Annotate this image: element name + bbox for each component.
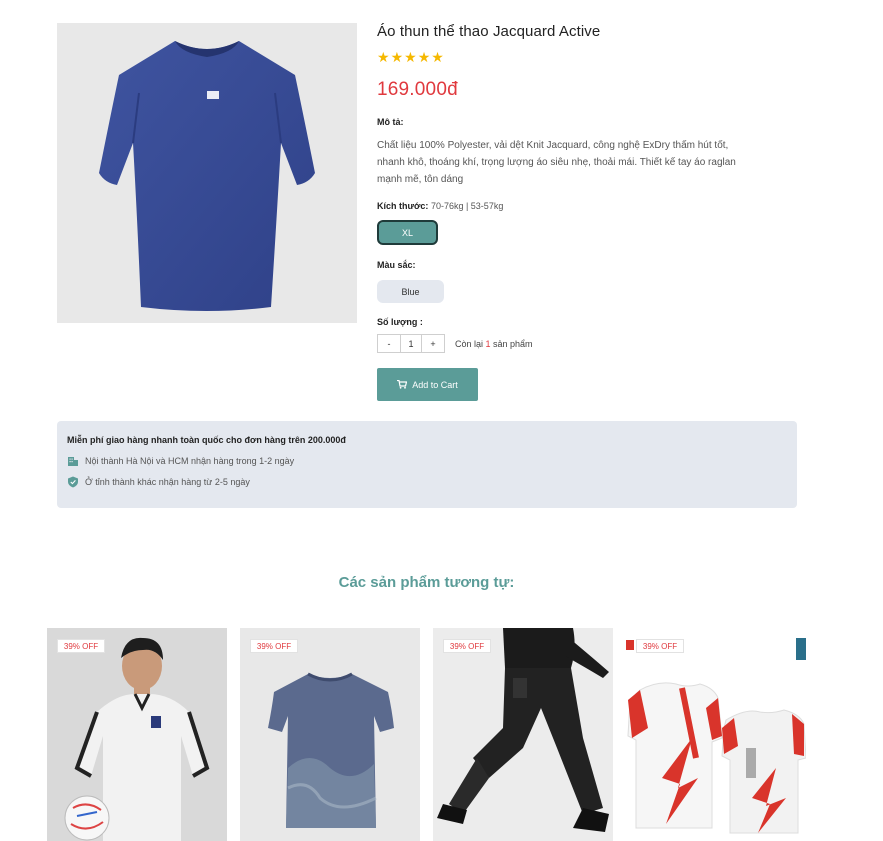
shield-icon [68, 476, 78, 488]
quantity-stepper: - 1 + [377, 334, 445, 353]
size-option-xl[interactable]: XL [377, 220, 438, 245]
product-thumbnail [433, 628, 613, 841]
product-thumbnail [47, 628, 227, 841]
quantity-row: - 1 + Còn lại 1 sản phẩm [377, 334, 737, 353]
discount-badge: 39% OFF [443, 639, 491, 653]
description-text: Chất liệu 100% Polyester, vải dệt Knit J… [377, 140, 736, 185]
tshirt-icon [99, 41, 315, 311]
related-products-list: 39% OFF 39% OFF 39% OFF 39% OFF [47, 628, 807, 841]
add-to-cart-button[interactable]: Add to Cart [377, 368, 478, 401]
product-price: 169.000đ [377, 79, 458, 100]
star-icon: ★ [431, 49, 444, 65]
product-card[interactable]: 39% OFF [47, 628, 227, 841]
quantity-increase-button[interactable]: + [422, 335, 444, 352]
quantity-input[interactable]: 1 [400, 335, 422, 352]
product-card[interactable]: 39% OFF [626, 628, 806, 841]
product-title: Áo thun thể thao Jacquard Active [377, 23, 601, 40]
discount-badge: 39% OFF [250, 639, 298, 653]
star-icon: ★ [404, 49, 417, 65]
shipping-row: Ở tỉnh thành khác nhận hàng từ 2-5 ngày [67, 476, 787, 488]
star-icon: ★ [377, 49, 390, 65]
shipping-info-panel: Miễn phí giao hàng nhanh toàn quốc cho đ… [57, 421, 797, 508]
size-label-text: Kích thước: [377, 201, 429, 211]
discount-badge: 39% OFF [57, 639, 105, 653]
stock-prefix: Còn lại [455, 338, 486, 349]
add-to-cart-label: Add to Cart [412, 379, 458, 390]
star-icon: ★ [390, 49, 404, 65]
size-label: Kích thước: 70-76kg | 53-57kg [377, 201, 737, 211]
stock-suffix: sản phẩm [490, 338, 533, 349]
quantity-label: Số lượng : [377, 317, 423, 327]
star-icon: ★ [417, 49, 431, 65]
product-image [57, 23, 357, 323]
building-icon [68, 457, 78, 466]
product-card[interactable]: 39% OFF [433, 628, 613, 841]
product-thumbnail [240, 628, 420, 841]
shipping-title: Miễn phí giao hàng nhanh toàn quốc cho đ… [67, 435, 346, 445]
quantity-decrease-button[interactable]: - [378, 335, 400, 352]
cart-icon [397, 380, 408, 389]
product-thumbnail [626, 628, 806, 841]
shipping-row-text: Ở tỉnh thành khác nhận hàng từ 2-5 ngày [85, 477, 250, 487]
rating-stars: ★ ★ ★ ★ ★ [377, 50, 737, 64]
color-label: Màu sắc: [377, 260, 416, 270]
color-option-blue[interactable]: Blue [377, 280, 444, 303]
related-products-title: Các sản phẩm tương tự: [338, 574, 515, 591]
product-info: Áo thun thể thao Jacquard Active ★ ★ ★ ★… [377, 22, 737, 401]
description-label: Mô tả: [377, 117, 404, 127]
shipping-row: Nội thành Hà Nội và HCM nhận hàng trong … [67, 455, 787, 467]
size-hint: 70-76kg | 53-57kg [430, 201, 504, 211]
product-card[interactable]: 39% OFF [240, 628, 420, 841]
shipping-row-text: Nội thành Hà Nội và HCM nhận hàng trong … [85, 456, 295, 466]
discount-badge: 39% OFF [636, 639, 684, 653]
stock-info: Còn lại 1 sản phẩm [455, 339, 533, 349]
